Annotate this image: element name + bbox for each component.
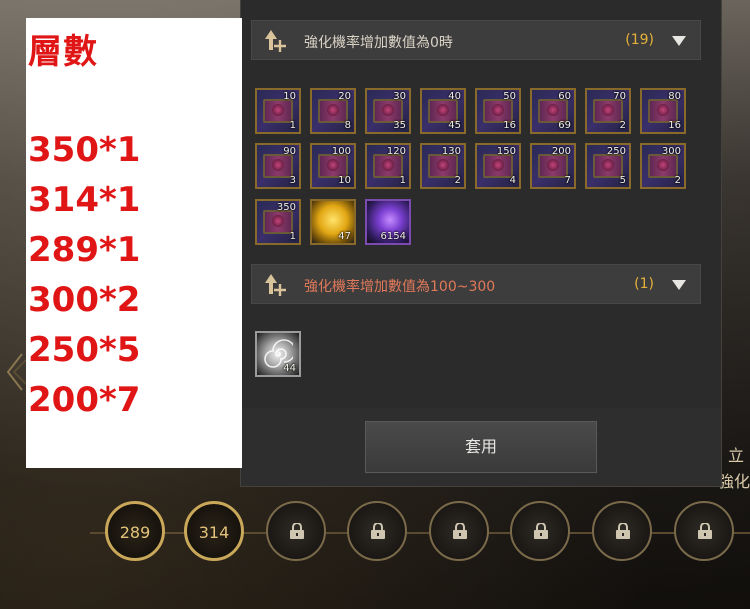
- item-qty: 1: [289, 231, 296, 242]
- section-header-0-rate[interactable]: 強化機率增加數值為0時 (19): [251, 20, 701, 60]
- enhance-scroll-item[interactable]: 20 8: [310, 88, 356, 134]
- chevron-down-icon[interactable]: [672, 280, 686, 290]
- enhance-scroll-item[interactable]: 130 2: [420, 143, 466, 189]
- gold-stone-item[interactable]: 47: [310, 199, 356, 245]
- panel-body: 強化機率增加數值為0時 (19) 10 1 20 8 30 35 40 45 5…: [241, 0, 721, 408]
- item-qty: 35: [393, 120, 406, 131]
- crystal-item[interactable]: 6154: [365, 199, 411, 245]
- item-qty: 8: [344, 120, 351, 131]
- item-qty: 2: [619, 120, 626, 131]
- note-line: 300*2: [28, 280, 141, 320]
- item-qty: 4: [509, 175, 516, 186]
- enhance-scroll-item[interactable]: 50 16: [475, 88, 521, 134]
- note-line: 314*1: [28, 180, 141, 220]
- item-level: 150: [496, 146, 516, 157]
- item-level: 130: [441, 146, 461, 157]
- item-qty: 45: [448, 120, 461, 131]
- item-qty: 10: [338, 175, 351, 186]
- lock-icon: [698, 523, 712, 539]
- item-qty: 3: [289, 175, 296, 186]
- lock-icon: [371, 523, 385, 539]
- item-level: 100: [331, 146, 351, 157]
- slot-filled[interactable]: 289: [105, 501, 165, 561]
- note-line: 250*5: [28, 330, 141, 370]
- side-label: 強化: [718, 472, 750, 491]
- item-level: 200: [551, 146, 571, 157]
- left-arrow-icon[interactable]: [4, 350, 26, 394]
- enhance-up-icon: [265, 274, 286, 296]
- section-count: (19): [625, 32, 654, 48]
- item-qty: 6154: [380, 231, 406, 242]
- note-line: 200*7: [28, 380, 141, 420]
- note-line: 350*1: [28, 130, 141, 170]
- lock-icon: [616, 523, 630, 539]
- note-overlay: 層數 350*1 314*1 289*1 300*2 250*5 200*7: [26, 18, 242, 468]
- item-level: 20: [338, 91, 351, 102]
- item-level: 70: [613, 91, 626, 102]
- item-level: 300: [661, 146, 681, 157]
- item-level: 60: [558, 91, 571, 102]
- spiral-stone-item[interactable]: 44: [255, 331, 301, 377]
- item-qty: 5: [619, 175, 626, 186]
- enhance-scroll-item[interactable]: 300 2: [640, 143, 686, 189]
- chevron-down-icon[interactable]: [672, 36, 686, 46]
- slot-locked[interactable]: [592, 501, 652, 561]
- enhance-scroll-item[interactable]: 80 16: [640, 88, 686, 134]
- note-line: 289*1: [28, 230, 141, 270]
- enhance-scroll-item[interactable]: 90 3: [255, 143, 301, 189]
- item-level: 40: [448, 91, 461, 102]
- section-header-100-300-rate[interactable]: 強化機率增加數值為100~300 (1): [251, 264, 701, 304]
- lock-icon: [290, 523, 304, 539]
- enhance-scroll-item[interactable]: 70 2: [585, 88, 631, 134]
- item-level: 90: [283, 146, 296, 157]
- enhance-scroll-item[interactable]: 250 5: [585, 143, 631, 189]
- item-qty: 16: [503, 120, 516, 131]
- item-level: 50: [503, 91, 516, 102]
- enhance-scroll-item[interactable]: 30 35: [365, 88, 411, 134]
- lock-icon: [534, 523, 548, 539]
- slot-locked[interactable]: [266, 501, 326, 561]
- material-panel: 強化機率增加數值為0時 (19) 10 1 20 8 30 35 40 45 5…: [240, 0, 722, 487]
- item-qty: 69: [558, 120, 571, 131]
- slot-value: 314: [198, 523, 230, 542]
- slot-locked[interactable]: [674, 501, 734, 561]
- slot-locked[interactable]: [429, 501, 489, 561]
- item-qty: 16: [668, 120, 681, 131]
- item-level: 80: [668, 91, 681, 102]
- item-level: 250: [606, 146, 626, 157]
- item-level: 10: [283, 91, 296, 102]
- enhance-scroll-item[interactable]: 100 10: [310, 143, 356, 189]
- enhance-scroll-item[interactable]: 150 4: [475, 143, 521, 189]
- slot-filled[interactable]: 314: [184, 501, 244, 561]
- section-title: 強化機率增加數值為0時: [304, 35, 453, 51]
- side-label: 立: [728, 446, 745, 465]
- lock-icon: [453, 523, 467, 539]
- enhance-scroll-item[interactable]: 200 7: [530, 143, 576, 189]
- enhance-up-icon: [265, 30, 286, 52]
- enhance-scroll-item[interactable]: 350 1: [255, 199, 301, 245]
- enhance-scroll-item[interactable]: 60 69: [530, 88, 576, 134]
- item-qty: 2: [454, 175, 461, 186]
- apply-button[interactable]: 套用: [365, 421, 597, 473]
- item-qty: 47: [338, 231, 351, 242]
- item-qty: 2: [674, 175, 681, 186]
- section-title: 強化機率增加數值為100~300: [304, 279, 496, 295]
- note-title: 層數: [28, 32, 98, 72]
- item-qty: 44: [283, 363, 296, 374]
- slot-locked[interactable]: [510, 501, 570, 561]
- item-level: 350: [276, 202, 296, 213]
- item-qty: 7: [564, 175, 571, 186]
- enhance-scroll-item[interactable]: 120 1: [365, 143, 411, 189]
- section-count: (1): [634, 276, 654, 292]
- slot-value: 289: [119, 523, 151, 542]
- item-qty: 1: [399, 175, 406, 186]
- enhance-scroll-item[interactable]: 40 45: [420, 88, 466, 134]
- item-level: 120: [386, 146, 406, 157]
- slot-locked[interactable]: [347, 501, 407, 561]
- item-level: 30: [393, 91, 406, 102]
- enhance-scroll-item[interactable]: 10 1: [255, 88, 301, 134]
- item-qty: 1: [289, 120, 296, 131]
